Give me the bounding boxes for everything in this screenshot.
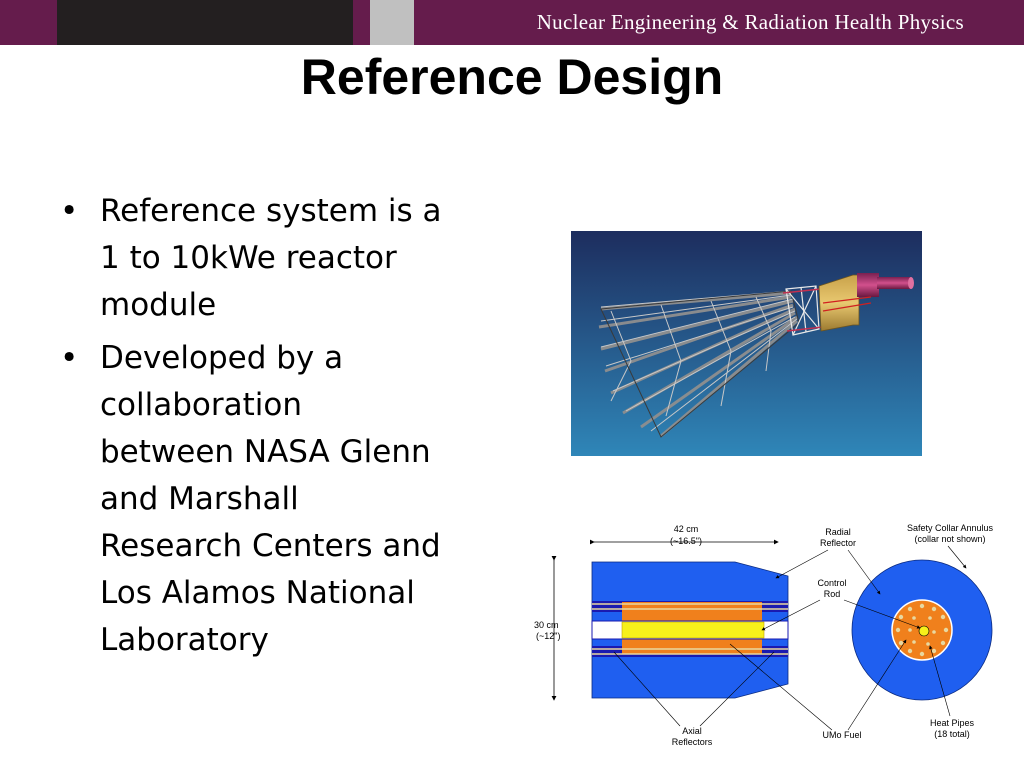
banner-dark-block (57, 0, 353, 45)
bullet-line: Reference system is a (100, 193, 442, 229)
bullet-line: collaboration (100, 387, 302, 423)
radial-reflector-label: Radial (825, 527, 851, 537)
heat-pipes-label: Heat Pipes (930, 718, 975, 728)
axial-reflectors-label: Axial (682, 726, 702, 736)
height-label: 30 cm (534, 620, 559, 630)
cross-section-svg: 42 cm (~16.5") 30 cm (~12") Radial Refle… (534, 523, 994, 747)
bullet-line: and Marshall (100, 481, 299, 517)
reactor-render-image (571, 231, 922, 456)
bullet-line: Laboratory (100, 622, 269, 658)
slide-title: Reference Design (300, 49, 724, 105)
radial-reflector-label-2: Reflector (820, 538, 856, 548)
bullet-line: Los Alamos National (100, 575, 415, 611)
control-rod-label-2: Rod (824, 589, 841, 599)
axial-reflectors-label-2: Reflectors (672, 737, 713, 747)
bullet-line: between NASA Glenn (100, 434, 431, 470)
banner-grey-block (370, 0, 414, 45)
control-rod-label: Control (817, 578, 846, 588)
bullet-item: • Developed by a collaboration between N… (58, 335, 478, 664)
safety-collar-label-2: (collar not shown) (914, 534, 985, 544)
bullet-marker: • (60, 193, 79, 229)
bullet-line: module (100, 287, 217, 323)
department-name: Nuclear Engineering & Radiation Health P… (536, 10, 964, 34)
safety-collar-label: Safety Collar Annulus (907, 523, 994, 533)
bullet-line: Research Centers and (100, 528, 441, 564)
reactor-render-svg (571, 231, 922, 456)
length-label: 42 cm (674, 524, 699, 534)
umo-fuel-label: UMo Fuel (822, 730, 861, 740)
bullet-line: 1 to 10kWe reactor (100, 240, 397, 276)
length-label-inch: (~16.5") (670, 536, 702, 546)
bullet-item: • Reference system is a 1 to 10kWe react… (58, 188, 478, 329)
control-rod-circle (918, 625, 930, 637)
bullet-line: Developed by a (100, 340, 344, 376)
header-banner: Nuclear Engineering & Radiation Health P… (0, 0, 1024, 45)
bullet-marker: • (60, 340, 79, 376)
reactor-cross-section-diagram: 42 cm (~16.5") 30 cm (~12") Radial Refle… (530, 518, 1000, 753)
bullet-list: • Reference system is a 1 to 10kWe react… (58, 188, 478, 670)
control-rod (621, 621, 765, 639)
height-label-inch: (~12") (536, 631, 560, 641)
heat-pipes-label-2: (18 total) (934, 729, 970, 739)
